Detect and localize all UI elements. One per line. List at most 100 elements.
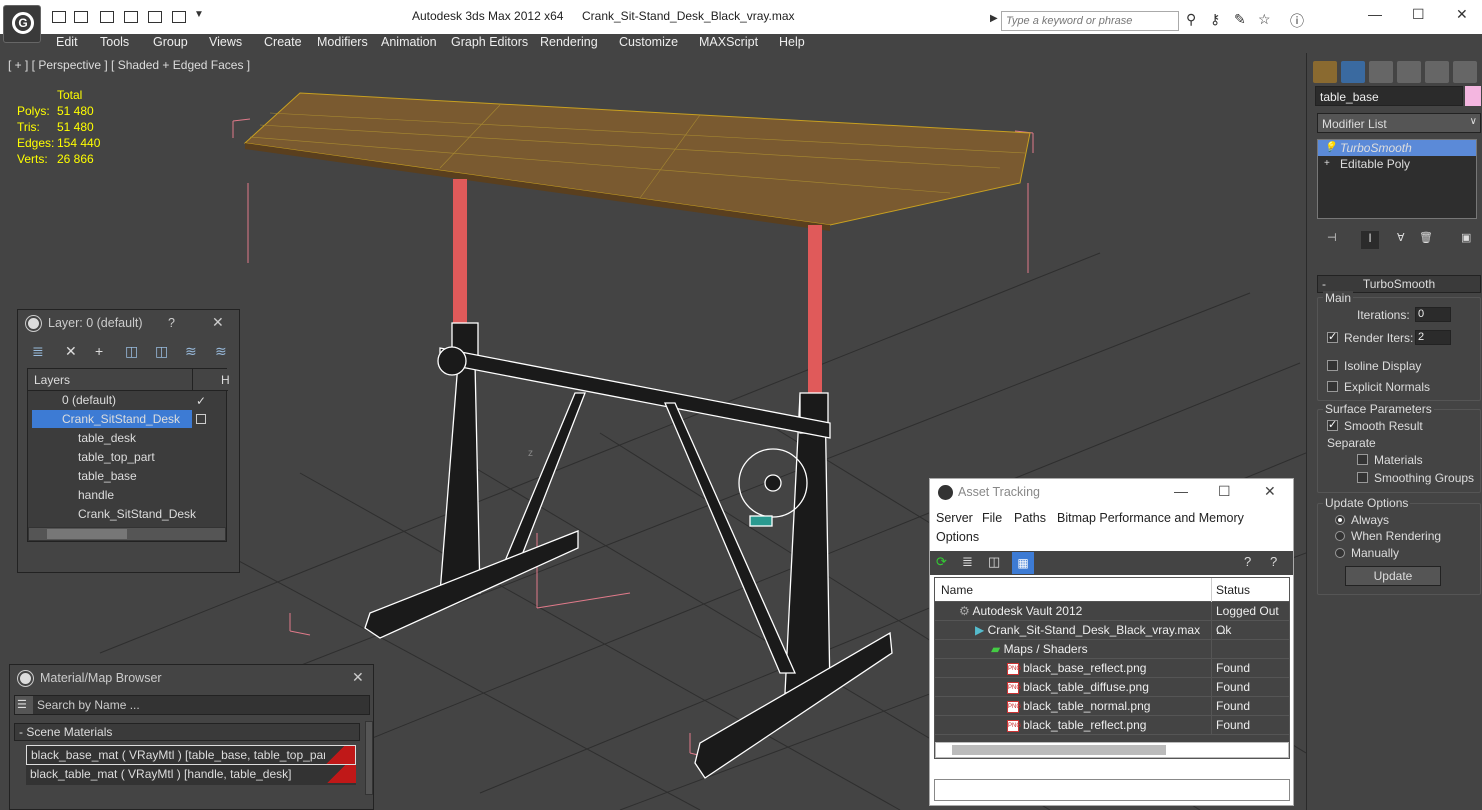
table-view-icon[interactable]: ▦ bbox=[1012, 552, 1034, 574]
communication-icon[interactable]: ✎ bbox=[1234, 11, 1246, 28]
table-row[interactable]: PNG black_table_normal.png Found bbox=[935, 697, 1289, 716]
help-icon[interactable]: ? bbox=[1244, 554, 1251, 569]
save-file-icon[interactable] bbox=[100, 11, 114, 23]
table-row[interactable]: ▰ Maps / Shaders bbox=[935, 640, 1289, 659]
smooth-result-checkbox[interactable] bbox=[1327, 418, 1338, 431]
scrollbar-thumb[interactable] bbox=[952, 745, 1166, 755]
menu-graph-editors[interactable]: Graph Editors bbox=[451, 35, 528, 49]
manually-radio[interactable] bbox=[1335, 548, 1345, 558]
tree-view-icon[interactable]: ◫ bbox=[988, 554, 1000, 570]
search-by-name-input[interactable]: Search by Name ... bbox=[33, 696, 369, 714]
menu-paths[interactable]: Paths bbox=[1014, 511, 1046, 525]
render-iters-spinner[interactable]: 2 bbox=[1415, 330, 1451, 345]
maximize-icon[interactable]: ☐ bbox=[1218, 483, 1231, 500]
menu-edit[interactable]: Edit bbox=[56, 35, 78, 49]
menu-rendering[interactable]: Rendering bbox=[540, 35, 598, 49]
options-menu-icon[interactable]: ☰ bbox=[17, 698, 27, 711]
table-row[interactable]: PNG black_table_diffuse.png Found bbox=[935, 678, 1289, 697]
object-row-table-desk[interactable]: table_desk bbox=[78, 429, 136, 447]
redo-icon[interactable] bbox=[148, 11, 162, 23]
always-radio[interactable] bbox=[1335, 515, 1345, 525]
scrollbar-thumb[interactable] bbox=[47, 529, 127, 539]
table-row[interactable]: ▶ Crank_Sit-Stand_Desk_Black_vray.max Ok bbox=[935, 621, 1289, 640]
menu-help[interactable]: Help bbox=[779, 35, 805, 49]
select-objects-icon[interactable]: ◫ bbox=[125, 343, 138, 360]
close-icon[interactable]: ✕ bbox=[1456, 6, 1468, 23]
layers-column-header[interactable]: Layers bbox=[34, 373, 70, 387]
smoothing-groups-checkbox[interactable] bbox=[1357, 472, 1368, 483]
freeze-all-icon[interactable]: ≋ bbox=[215, 343, 227, 360]
table-row[interactable]: PNG black_base_reflect.png Found bbox=[935, 659, 1289, 678]
highlight-layer-icon[interactable]: ◫ bbox=[155, 343, 168, 360]
layer-window-titlebar[interactable]: Layer: 0 (default) ? ✕ bbox=[18, 310, 239, 338]
status-column-header[interactable]: Status bbox=[1211, 578, 1291, 602]
menu-options[interactable]: Options bbox=[936, 530, 979, 544]
utilities-tab-icon[interactable] bbox=[1453, 61, 1477, 83]
layer-row-crank-sitstand-desk[interactable]: Crank_SitStand_Desk bbox=[32, 410, 192, 428]
add-to-layer-icon[interactable]: + bbox=[95, 343, 103, 359]
maximize-icon[interactable]: ☐ bbox=[1412, 6, 1425, 23]
material-item-black-table-mat[interactable]: black_table_mat ( VRayMtl ) [handle, tab… bbox=[26, 765, 356, 785]
name-column-header[interactable]: Name bbox=[935, 583, 973, 597]
object-name-field[interactable]: table_base bbox=[1315, 86, 1463, 106]
horizontal-scrollbar[interactable] bbox=[935, 742, 1289, 758]
hide-all-icon[interactable]: ≋ bbox=[185, 343, 197, 360]
vertical-scrollbar[interactable] bbox=[365, 721, 373, 795]
pin-stack-icon[interactable]: ⊣ bbox=[1327, 231, 1337, 244]
help-button[interactable]: ? bbox=[168, 316, 175, 330]
material-item-black-base-mat[interactable]: black_base_mat ( VRayMtl ) [table_base, … bbox=[26, 745, 356, 765]
show-end-result-icon[interactable]: I bbox=[1361, 231, 1379, 249]
when-rendering-radio[interactable] bbox=[1335, 531, 1345, 541]
open-file-icon[interactable] bbox=[74, 11, 88, 23]
hierarchy-tab-icon[interactable] bbox=[1369, 61, 1393, 83]
object-color-swatch[interactable] bbox=[1465, 86, 1481, 106]
app-menu-button[interactable]: G bbox=[3, 5, 41, 43]
display-tab-icon[interactable] bbox=[1425, 61, 1449, 83]
asset-path-field[interactable] bbox=[934, 779, 1290, 801]
project-folder-icon[interactable] bbox=[172, 11, 186, 23]
menu-modifiers[interactable]: Modifiers bbox=[317, 35, 368, 49]
materials-checkbox[interactable] bbox=[1357, 454, 1368, 465]
active-layer-check-icon[interactable]: ✓ bbox=[196, 394, 206, 408]
close-icon[interactable]: ✕ bbox=[1264, 483, 1276, 500]
modify-tab-icon[interactable] bbox=[1341, 61, 1365, 83]
hide-column-header[interactable]: H bbox=[221, 373, 230, 387]
create-tab-icon[interactable] bbox=[1313, 61, 1337, 83]
explicit-normals-checkbox[interactable] bbox=[1327, 381, 1338, 392]
whats-this-icon[interactable]: ? bbox=[1270, 554, 1277, 569]
chevron-down-icon[interactable]: ▼ bbox=[194, 9, 204, 20]
object-row-table-base[interactable]: table_base bbox=[78, 467, 137, 485]
layer-row-default[interactable]: 0 (default) bbox=[62, 391, 116, 409]
menu-views[interactable]: Views bbox=[209, 35, 242, 49]
stack-item-turbosmooth[interactable]: 💡 TurboSmooth bbox=[1318, 140, 1476, 156]
lightbulb-icon[interactable]: 💡 bbox=[1324, 140, 1336, 156]
expand-icon[interactable]: + bbox=[1324, 156, 1330, 172]
render-iters-checkbox[interactable] bbox=[1327, 330, 1338, 343]
object-row-table-top-part[interactable]: table_top_part bbox=[78, 448, 155, 466]
object-row-crank-sitstand-desk[interactable]: Crank_SitStand_Desk bbox=[78, 505, 196, 523]
binoculars-icon[interactable]: ⚲ bbox=[1186, 11, 1196, 28]
modifier-list-dropdown[interactable]: Modifier List ∨ bbox=[1317, 113, 1481, 133]
menu-file[interactable]: File bbox=[982, 511, 1002, 525]
create-layer-icon[interactable]: ≣ bbox=[32, 343, 44, 360]
table-row[interactable]: PNG black_table_reflect.png Found bbox=[935, 716, 1289, 735]
menu-maxscript[interactable]: MAXScript bbox=[699, 35, 758, 49]
motion-tab-icon[interactable] bbox=[1397, 61, 1421, 83]
configure-sets-icon[interactable]: ▣ bbox=[1461, 231, 1471, 244]
layer-toggle-icon[interactable] bbox=[196, 414, 206, 424]
undo-icon[interactable] bbox=[124, 11, 138, 23]
new-file-icon[interactable] bbox=[52, 11, 66, 23]
make-unique-icon[interactable]: ∀ bbox=[1397, 231, 1405, 244]
refresh-icon[interactable]: ⟳ bbox=[936, 554, 947, 570]
iterations-spinner[interactable]: 0 bbox=[1415, 307, 1451, 322]
viewport-label[interactable]: [ + ] [ Perspective ] [ Shaded + Edged F… bbox=[8, 58, 250, 72]
update-button[interactable]: Update bbox=[1345, 566, 1441, 586]
chevron-right-icon[interactable]: ▶ bbox=[990, 13, 998, 24]
list-view-icon[interactable]: ≣ bbox=[962, 554, 973, 570]
key-icon[interactable]: ⚷ bbox=[1210, 11, 1220, 28]
menu-group[interactable]: Group bbox=[153, 35, 188, 49]
scene-materials-group[interactable]: - Scene Materials bbox=[14, 723, 360, 741]
minimize-icon[interactable]: — bbox=[1368, 6, 1382, 22]
menu-animation[interactable]: Animation bbox=[381, 35, 437, 49]
remove-modifier-icon[interactable]: 🗑 bbox=[1419, 231, 1433, 244]
